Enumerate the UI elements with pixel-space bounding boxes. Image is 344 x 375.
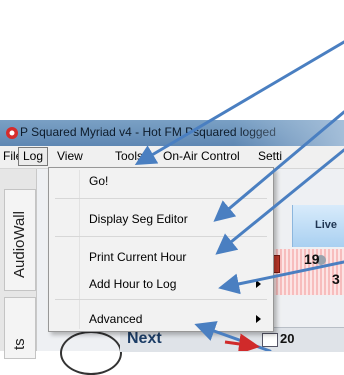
menu-item-add-hour-to-log[interactable]: Add Hour to Log	[89, 277, 176, 291]
submenu-arrow-icon	[256, 315, 261, 323]
live-label: Live	[315, 219, 338, 231]
menu-separator	[55, 198, 267, 199]
tab-audiowall-label: AudioWall	[11, 211, 28, 278]
menu-tools[interactable]: Tools	[115, 149, 143, 163]
app-logo-icon	[6, 127, 18, 139]
menu-view[interactable]: View	[57, 149, 83, 163]
menu-separator	[55, 236, 267, 237]
next-time: 20	[280, 331, 295, 346]
cart-time: 19	[304, 251, 320, 267]
cart-duration: 3	[332, 271, 340, 287]
submenu-arrow-icon	[256, 280, 261, 288]
tab-events-label: ts	[11, 338, 28, 350]
menu-separator	[55, 299, 267, 300]
circle-control[interactable]	[60, 331, 122, 375]
menu-item-go[interactable]: Go!	[89, 174, 108, 188]
menu-bar: File Log View Tools On-Air Control Setti	[0, 146, 344, 169]
menu-item-display-seg-editor[interactable]: Display Seg Editor	[89, 212, 188, 226]
menu-log[interactable]: Log	[18, 147, 49, 166]
left-tab-strip: AudioWall ts	[0, 169, 37, 359]
log-menu-dropdown: Go! Display Seg Editor Print Current Hou…	[48, 167, 274, 332]
menu-item-advanced[interactable]: Advanced	[89, 312, 142, 326]
menu-settings[interactable]: Setti	[258, 149, 282, 163]
title-bar: P Squared Myriad v4 - Hot FM Psquared lo…	[0, 120, 344, 146]
menu-item-print-current-hour[interactable]: Print Current Hour	[89, 250, 186, 264]
tab-audiowall[interactable]: AudioWall	[4, 189, 36, 291]
document-icon	[262, 333, 278, 347]
live-header[interactable]: Live	[292, 205, 344, 247]
tab-events[interactable]: ts	[4, 297, 36, 359]
next-button[interactable]: Next	[127, 330, 162, 348]
log-item-cart[interactable]: 19 3	[262, 249, 344, 295]
menu-on-air-control[interactable]: On-Air Control	[163, 149, 240, 163]
